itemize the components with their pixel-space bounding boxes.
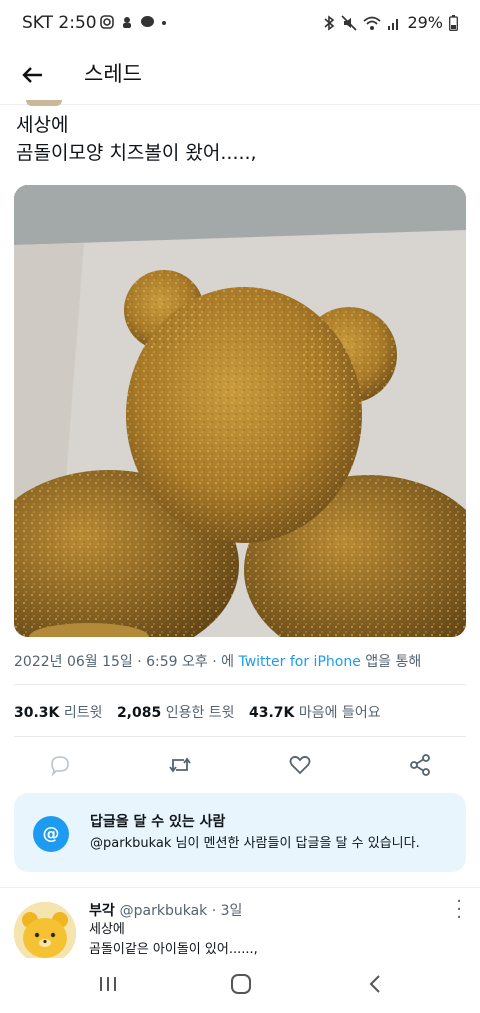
bear-avatar-image bbox=[14, 902, 76, 964]
like-icon bbox=[289, 755, 311, 775]
divider bbox=[14, 684, 466, 685]
tweet-stats: 30.3K 리트윗 2,085 인용한 트윗 43.7K 마음에 들어요 bbox=[14, 702, 381, 722]
back-arrow-icon bbox=[22, 67, 42, 83]
reply-text-line: 곰돌이같은 아이돌이 있어......, bbox=[89, 942, 258, 957]
status-bar: SKT 2:50 29% bbox=[0, 0, 480, 46]
instagram-icon bbox=[100, 15, 114, 29]
quotes-stat[interactable]: 2,085 인용한 트윗 bbox=[117, 705, 235, 721]
battery-percent: 29% bbox=[407, 13, 443, 32]
likes-stat[interactable]: 43.7K 마음에 들어요 bbox=[249, 705, 381, 721]
divider bbox=[14, 736, 466, 737]
tweet-actions bbox=[0, 748, 480, 782]
battery-icon bbox=[449, 14, 458, 31]
status-time: SKT 2:50 bbox=[22, 13, 97, 33]
bear-cheese-ball-photo bbox=[14, 185, 466, 637]
recent-apps-icon bbox=[100, 977, 116, 991]
retweet-button[interactable] bbox=[163, 748, 197, 782]
status-right: 29% bbox=[323, 13, 458, 32]
page-title: 스레드 bbox=[84, 62, 142, 86]
reply-text-line: 세상에 bbox=[89, 922, 125, 937]
retweets-count: 30.3K bbox=[14, 705, 60, 721]
reply-author-name: 부각 bbox=[89, 903, 115, 919]
likes-label: 마음에 들어요 bbox=[298, 705, 381, 721]
notice-title: 답글을 달 수 있는 사람 bbox=[90, 814, 226, 830]
home-button[interactable] bbox=[229, 972, 253, 1000]
tweet-source-link[interactable]: Twitter for iPhone bbox=[238, 654, 360, 670]
like-button[interactable] bbox=[283, 748, 317, 782]
chat-notification-icon bbox=[141, 16, 154, 27]
app-notification-icon bbox=[123, 17, 131, 28]
reply-text: 세상에 곰돌이같은 아이돌이 있어......, bbox=[89, 920, 258, 960]
tweet-source-suffix: 앱을 통해 bbox=[360, 654, 422, 670]
system-nav-bar bbox=[0, 958, 480, 1013]
tweet-datetime: 2022년 06월 15일 · 6:59 오후 · 에 bbox=[14, 654, 239, 670]
share-button[interactable] bbox=[403, 748, 437, 782]
nav-back-button[interactable] bbox=[364, 972, 388, 1000]
signal-icon bbox=[388, 18, 399, 30]
reply-author[interactable]: 부각 @parkbukak · 3일 bbox=[89, 900, 242, 920]
bluetooth-icon bbox=[324, 14, 335, 31]
wifi-icon bbox=[363, 16, 382, 30]
recent-apps-button[interactable] bbox=[96, 972, 120, 1000]
tweet-text-line: 곰돌이모양 치즈볼이 왔어....., bbox=[16, 142, 257, 164]
tweet-meta: 2022년 06월 15일 · 6:59 오후 · 에 Twitter for … bbox=[14, 651, 421, 671]
reply-button[interactable] bbox=[43, 748, 77, 782]
reply-icon bbox=[51, 756, 69, 777]
share-icon bbox=[410, 754, 430, 776]
app-bar: 스레드 bbox=[0, 46, 480, 105]
tweet-text: 세상에 곰돌이모양 치즈볼이 왔어....., bbox=[16, 111, 257, 167]
retweets-label: 리트윗 bbox=[63, 705, 103, 721]
reply-restriction-notice: @ 답글을 달 수 있는 사람 @parkbukak 님이 멘션한 사람들이 답… bbox=[14, 793, 466, 872]
tweet-photo[interactable] bbox=[14, 185, 466, 637]
nav-back-icon bbox=[369, 975, 380, 993]
dot-icon bbox=[162, 21, 166, 25]
home-icon bbox=[231, 974, 251, 994]
retweets-stat[interactable]: 30.3K 리트윗 bbox=[14, 705, 102, 721]
mute-icon bbox=[341, 14, 358, 31]
back-button[interactable] bbox=[18, 60, 48, 90]
likes-count: 43.7K bbox=[249, 705, 295, 721]
reply-tweet[interactable]: 부각 @parkbukak · 3일 · · · 세상에 곰돌이같은 아이돌이 있어… bbox=[0, 887, 480, 964]
quotes-count: 2,085 bbox=[116, 705, 162, 721]
mention-badge-icon: @ bbox=[33, 816, 69, 852]
more-options-icon[interactable]: · · · bbox=[456, 893, 462, 927]
reply-avatar[interactable] bbox=[14, 902, 76, 964]
notice-description: @parkbukak 님이 멘션한 사람들이 답글을 달 수 있습니다. bbox=[90, 836, 420, 851]
quotes-label: 인용한 트윗 bbox=[165, 705, 235, 721]
status-notification-icons bbox=[100, 15, 167, 29]
author-avatar-peek[interactable] bbox=[26, 100, 62, 106]
retweet-icon bbox=[169, 757, 191, 773]
tweet-text-line: 세상에 bbox=[16, 114, 69, 136]
reply-handle-time: @parkbukak · 3일 bbox=[119, 903, 243, 919]
